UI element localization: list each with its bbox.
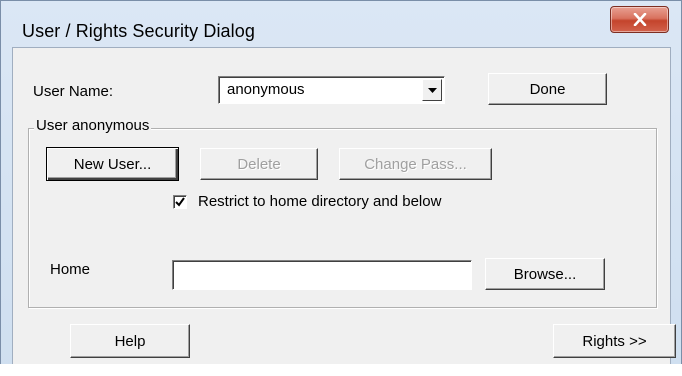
group-legend: User anonymous xyxy=(34,117,152,134)
browse-button[interactable]: Browse... xyxy=(485,258,605,290)
combo-dropdown-button[interactable] xyxy=(422,79,442,101)
dialog-window: User / Rights Security Dialog User Name:… xyxy=(0,0,682,376)
rights-button[interactable]: Rights >> xyxy=(553,324,676,358)
user-name-label: User Name: xyxy=(33,83,114,100)
background-strip xyxy=(0,364,682,376)
checkmark-icon xyxy=(175,197,185,207)
restrict-label: Restrict to home directory and below xyxy=(198,193,442,210)
dialog-client-area: User Name: anonymous Done User anonymous… xyxy=(12,47,676,365)
chevron-down-icon xyxy=(428,88,437,93)
close-icon xyxy=(633,13,647,26)
restrict-checkbox[interactable] xyxy=(173,195,187,209)
change-pass-button[interactable]: Change Pass... xyxy=(339,148,492,180)
done-button[interactable]: Done xyxy=(488,73,607,105)
home-label: Home xyxy=(50,261,91,278)
window-title: User / Rights Security Dialog xyxy=(22,21,255,41)
help-button[interactable]: Help xyxy=(70,324,190,358)
title-bar[interactable]: User / Rights Security Dialog xyxy=(1,1,681,45)
delete-button[interactable]: Delete xyxy=(200,148,318,180)
home-path-input[interactable] xyxy=(172,260,472,290)
close-button[interactable] xyxy=(610,6,669,33)
user-name-combobox[interactable]: anonymous xyxy=(218,76,445,104)
user-name-value: anonymous xyxy=(227,81,305,98)
new-user-button[interactable]: New User... xyxy=(46,147,179,181)
